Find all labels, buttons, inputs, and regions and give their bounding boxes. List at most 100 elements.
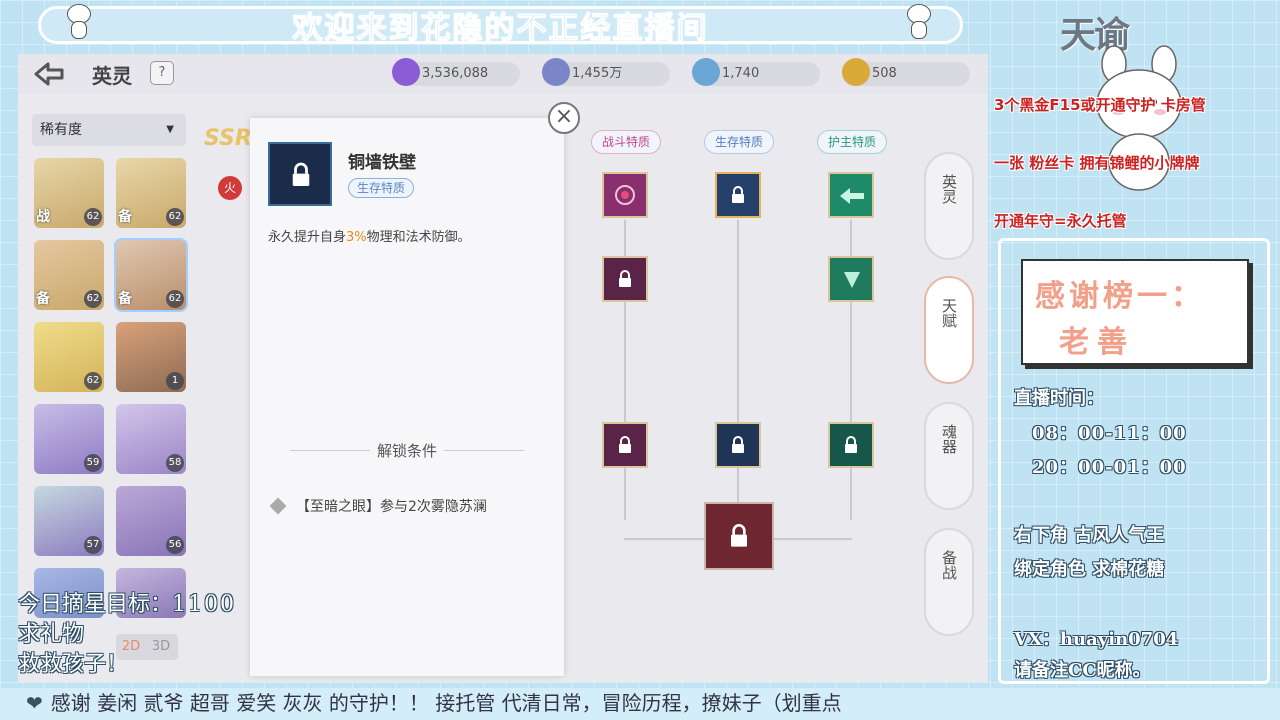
bear-sticker-icon	[64, 4, 94, 40]
hero-card[interactable]: 1	[116, 322, 186, 392]
tab-hero[interactable]: 英灵	[924, 152, 974, 260]
hero-role-tag: 备	[36, 291, 50, 307]
condition-text: 【至暗之眼】参与2次雾隐苏澜	[296, 499, 487, 515]
top-donor-name: 老善	[1059, 325, 1135, 360]
thanks-title: 感谢榜一：	[1035, 279, 1205, 314]
target-icon	[615, 185, 635, 205]
hero-level: 62	[84, 372, 102, 390]
hero-level: 62	[166, 290, 184, 308]
talent-node-survival-1[interactable]	[715, 172, 761, 218]
hero-card[interactable]: 62	[34, 322, 104, 392]
notice-guard: 3个黑金F15或开通守护 卡房管	[994, 96, 1206, 114]
resource-value: 1,740	[722, 66, 760, 81]
live-time-label: 直播时间：	[1014, 388, 1104, 409]
resource-gold: 508	[842, 58, 970, 86]
hero-card[interactable]: 59	[34, 404, 104, 474]
banner-text: 欢迎来到花隐的不正经直播间	[292, 11, 709, 47]
unlock-condition: 【至暗之眼】参与2次雾隐苏澜	[269, 496, 487, 516]
back-button[interactable]	[32, 60, 68, 88]
hero-level: 62	[166, 208, 184, 226]
hero-card[interactable]: 56	[116, 486, 186, 556]
hero-role-tag: 备	[118, 291, 132, 307]
hero-level: 58	[166, 454, 184, 472]
lock-icon	[732, 436, 744, 453]
stream-goal-overlay: 今日摘星目标：1100 求礼物 救救孩子！	[18, 590, 236, 680]
star-coin-icon	[542, 58, 570, 86]
lock-icon	[619, 270, 631, 287]
hero-level: 1	[166, 372, 184, 390]
ad-line: 绑定角色 求棉花糖	[1014, 559, 1165, 580]
page-title: 英灵	[92, 64, 132, 88]
talent-node-protect-1[interactable]	[828, 172, 874, 218]
gold-coin-icon	[842, 58, 870, 86]
skill-detail-popup: 铜墙铁壁 生存特质 永久提升自身3%物理和法术防御。 解锁条件 【至暗之眼】参与…	[250, 118, 564, 676]
lock-icon	[732, 186, 744, 203]
resource-value: 508	[872, 66, 897, 81]
live-time-slot: 08：00-11：00	[1032, 423, 1187, 444]
game-window: 英灵 ? 3,536,088 1,455万 1,740 508 稀有度 ▼ 战 …	[18, 54, 988, 682]
hero-role-tag: 备	[118, 209, 132, 225]
bear-sticker-icon	[904, 4, 934, 40]
hero-role-tag: 战	[36, 209, 50, 225]
resource-gem: 1,740	[692, 58, 820, 86]
hero-level: 56	[166, 536, 184, 554]
resource-star-coin: 1,455万	[542, 58, 670, 86]
tab-soul-artifact[interactable]: 魂器	[924, 402, 974, 510]
skill-description: 永久提升自身3%物理和法术防御。	[268, 226, 471, 245]
rarity-filter-dropdown[interactable]: 稀有度 ▼	[32, 114, 186, 146]
stream-banner: 欢迎来到花隐的不正经直播间	[38, 6, 963, 47]
talent-node-protect-3[interactable]	[828, 422, 874, 468]
tab-label: 备战	[940, 550, 958, 580]
hero-card-selected[interactable]: 备 62	[114, 238, 188, 312]
column-protect-trait: 护主特质	[817, 130, 887, 154]
talent-node-combat-3[interactable]	[602, 422, 648, 468]
tab-talent[interactable]: 天赋	[924, 276, 974, 384]
ssr-badge: SSR	[204, 126, 252, 151]
crystal-icon	[392, 58, 420, 86]
talent-node-survival-2[interactable]	[715, 422, 761, 468]
thanks-card: 感谢榜一： 老善	[1021, 259, 1249, 365]
stream-right-panel: 天谕 3个黑金F15或开通守护 卡房管 一张 粉丝卡 拥有锦鲤的小牌牌 开通年守…	[988, 0, 1280, 688]
arrow-left-icon	[840, 188, 864, 204]
hero-level: 59	[84, 454, 102, 472]
tab-label: 英灵	[940, 174, 958, 204]
hero-card[interactable]: 58	[116, 404, 186, 474]
talent-node-protect-2[interactable]	[828, 256, 874, 302]
skill-icon	[268, 142, 332, 206]
hero-card[interactable]: 备 62	[116, 158, 186, 228]
talent-node-ultimate[interactable]	[704, 502, 774, 570]
live-time-slot: 20：00-01：00	[1032, 457, 1187, 478]
top-bar: 英灵 ? 3,536,088 1,455万 1,740 508	[18, 54, 988, 94]
gift-request: 救救孩子！	[18, 652, 129, 677]
goal-label: 今日摘星目标：	[18, 592, 173, 617]
talent-node-combat-2[interactable]	[602, 256, 648, 302]
tab-label: 魂器	[940, 424, 958, 454]
lock-icon	[619, 436, 631, 453]
shield-icon	[844, 272, 860, 288]
help-button[interactable]: ?	[150, 61, 174, 85]
column-survival-trait: 生存特质	[704, 130, 774, 154]
tree-connector	[737, 220, 739, 520]
contact-note: 请备注CC昵称。	[1014, 660, 1151, 681]
skill-name: 铜墙铁壁	[348, 153, 416, 173]
tab-prepare[interactable]: 备战	[924, 528, 974, 636]
notice-annual-guard: 开通年守=永久托管	[994, 212, 1127, 230]
hero-level: 62	[84, 208, 102, 226]
chevron-down-icon: ▼	[166, 124, 174, 135]
hero-card[interactable]: 57	[34, 486, 104, 556]
filter-label: 稀有度	[40, 122, 82, 138]
desc-text: 物理和法术防御。	[366, 230, 471, 245]
gift-request: 求礼物	[18, 622, 85, 647]
hero-card[interactable]: 战 62	[34, 158, 104, 228]
ad-line: 右下角 古风人气王	[1014, 525, 1165, 546]
lock-icon	[292, 162, 310, 186]
talent-node-combat-1[interactable]	[602, 172, 648, 218]
hero-level: 62	[84, 290, 102, 308]
divider	[444, 450, 524, 451]
gem-icon	[692, 58, 720, 86]
contact-wechat: VX：huayin0704	[1014, 629, 1179, 650]
close-popup-button[interactable]: ×	[548, 102, 580, 134]
hero-card[interactable]: 备 62	[34, 240, 104, 310]
goal-value: 1100	[172, 592, 237, 617]
desc-highlight: 3%	[346, 230, 367, 245]
